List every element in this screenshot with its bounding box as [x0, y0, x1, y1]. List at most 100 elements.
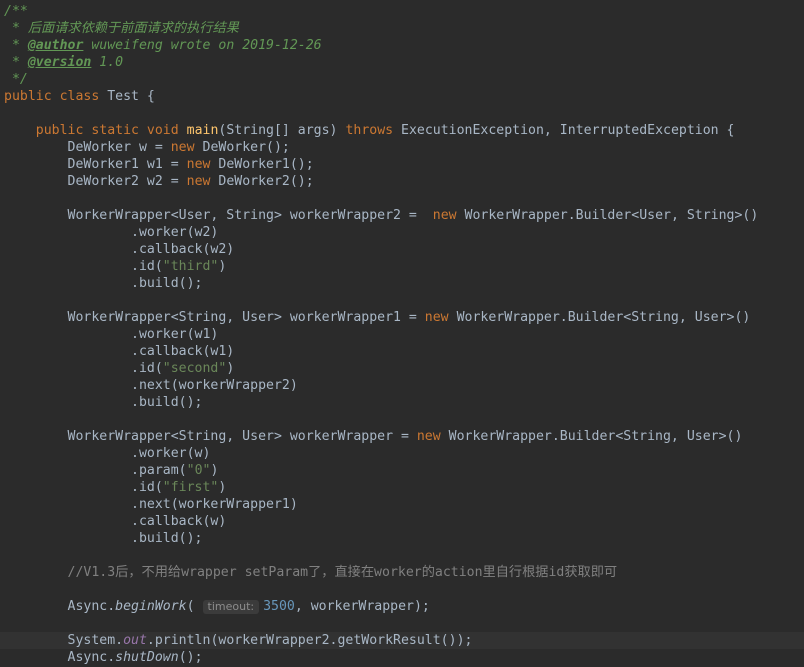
main-modifiers: public static void — [4, 123, 187, 138]
code-text: WorkerWrapper.Builder<String, User>() — [448, 310, 751, 325]
javadoc-close: */ — [4, 72, 28, 87]
code-text: WorkerWrapper<String, User> workerWrappe… — [4, 310, 425, 325]
static-method-shutdown: shutDown — [115, 650, 179, 665]
code-line: .param("0") — [0, 462, 804, 479]
code-text: DeWorker1(); — [210, 157, 314, 172]
code-text: .callback(w1) — [4, 344, 235, 359]
code-text: .next(workerWrapper2) — [4, 378, 298, 393]
code-text: ) — [218, 259, 227, 274]
code-text: Async. — [4, 599, 116, 614]
number-literal: 3500 — [263, 599, 295, 614]
code-text: WorkerWrapper<String, User> workerWrappe… — [4, 429, 417, 444]
code-text: .build(); — [4, 531, 203, 546]
code-text: System. — [4, 633, 124, 648]
code-text: .worker(w2) — [4, 225, 219, 240]
parameter-hint: timeout: — [202, 600, 260, 614]
code-text: .callback(w) — [4, 514, 227, 529]
javadoc-version-text: 1.0 — [91, 55, 124, 70]
code-line-current: System.out.println(workerWrapper2.getWor… — [0, 632, 804, 649]
code-text: DeWorker(); — [194, 140, 290, 155]
static-field-out: out — [123, 633, 147, 648]
static-method-begin-work: beginWork — [115, 599, 187, 614]
code-line: WorkerWrapper<User, String> workerWrappe… — [0, 207, 804, 224]
code-line: * 后面请求依赖于前面请求的执行结果 — [0, 20, 804, 37]
code-text: DeWorker2 w2 = — [4, 174, 187, 189]
code-text: .param( — [4, 463, 187, 478]
new-keyword: new — [170, 140, 195, 155]
class-keywords: public class — [4, 89, 100, 104]
code-text: ) — [218, 480, 227, 495]
code-line: .callback(w1) — [0, 343, 804, 360]
javadoc-open: /** — [4, 4, 28, 19]
code-line: .callback(w) — [0, 513, 804, 530]
code-text: ) — [210, 463, 219, 478]
code-line: .id("third") — [0, 258, 804, 275]
code-line: //V1.3后，不用给wrapper setParam了，直接在worker的a… — [0, 564, 804, 581]
javadoc-author-text: wuweifeng wrote on 2019-12-26 — [83, 38, 322, 53]
code-line: WorkerWrapper<String, User> workerWrappe… — [0, 309, 804, 326]
code-line: .worker(w2) — [0, 224, 804, 241]
code-line: public class Test { — [0, 88, 804, 105]
code-line: Async.beginWork( timeout: 3500, workerWra… — [0, 598, 804, 615]
new-keyword: new — [186, 174, 211, 189]
code-text: DeWorker2(); — [210, 174, 314, 189]
code-text: .println(workerWrapper2.getWorkResult())… — [146, 633, 473, 648]
class-name: Test { — [99, 89, 155, 104]
code-line: */ — [0, 71, 804, 88]
new-keyword: new — [416, 429, 441, 444]
code-text: ) — [226, 361, 235, 376]
javadoc-prefix: * — [4, 55, 28, 70]
code-line: /** — [0, 3, 804, 20]
javadoc-author-tag: @author — [27, 38, 84, 53]
main-method-name: main — [186, 123, 219, 138]
code-line: .build(); — [0, 394, 804, 411]
code-text: Async. — [4, 650, 116, 665]
code-line: Async.shutDown(); — [0, 649, 804, 666]
code-editor[interactable]: /** * 后面请求依赖于前面请求的执行结果 * @author wuweife… — [0, 0, 804, 667]
code-text: WorkerWrapper.Builder<String, User>() — [440, 429, 743, 444]
string-literal: "first" — [162, 480, 219, 495]
string-literal: "0" — [186, 463, 211, 478]
code-line: .next(workerWrapper2) — [0, 377, 804, 394]
code-line: DeWorker2 w2 = new DeWorker2(); — [0, 173, 804, 190]
string-literal: "third" — [162, 259, 219, 274]
code-line: DeWorker1 w1 = new DeWorker1(); — [0, 156, 804, 173]
code-line: WorkerWrapper<String, User> workerWrappe… — [0, 428, 804, 445]
code-text: .worker(w1) — [4, 327, 219, 342]
code-line: .id("first") — [0, 479, 804, 496]
new-keyword: new — [424, 310, 449, 325]
code-text: .id( — [4, 259, 163, 274]
code-line: .build(); — [0, 275, 804, 292]
new-keyword: new — [186, 157, 211, 172]
new-keyword: new — [432, 208, 457, 223]
code-text: .worker(w) — [4, 446, 211, 461]
code-line: DeWorker w = new DeWorker(); — [0, 139, 804, 156]
code-text: .id( — [4, 361, 163, 376]
code-line: .worker(w1) — [0, 326, 804, 343]
code-text: .id( — [4, 480, 163, 495]
code-line: * @author wuweifeng wrote on 2019-12-26 — [0, 37, 804, 54]
code-text: .callback(w2) — [4, 242, 235, 257]
code-text: WorkerWrapper.Builder<User, String>() — [456, 208, 759, 223]
throws-keyword: throws — [345, 123, 394, 138]
code-text: .next(workerWrapper1) — [4, 497, 298, 512]
code-text: DeWorker1 w1 = — [4, 157, 187, 172]
code-line: public static void main(String[] args) t… — [0, 122, 804, 139]
main-exceptions: ExecutionException, InterruptedException… — [393, 123, 735, 138]
code-text: WorkerWrapper<User, String> workerWrappe… — [4, 208, 433, 223]
javadoc-description: * 后面请求依赖于前面请求的执行结果 — [4, 21, 239, 36]
code-text: .build(); — [4, 276, 203, 291]
main-params: (String[] args) — [218, 123, 346, 138]
code-line: .next(workerWrapper1) — [0, 496, 804, 513]
code-text: DeWorker w = — [4, 140, 171, 155]
code-line: .callback(w2) — [0, 241, 804, 258]
javadoc-version-tag: @version — [27, 55, 92, 70]
code-line: .worker(w) — [0, 445, 804, 462]
code-line: .build(); — [0, 530, 804, 547]
line-comment: //V1.3后，不用给wrapper setParam了，直接在worker的a… — [4, 565, 618, 580]
code-text: (); — [178, 650, 203, 665]
code-line: * @version 1.0 — [0, 54, 804, 71]
javadoc-prefix: * — [4, 38, 28, 53]
code-text: , workerWrapper); — [294, 599, 430, 614]
code-line: .id("second") — [0, 360, 804, 377]
